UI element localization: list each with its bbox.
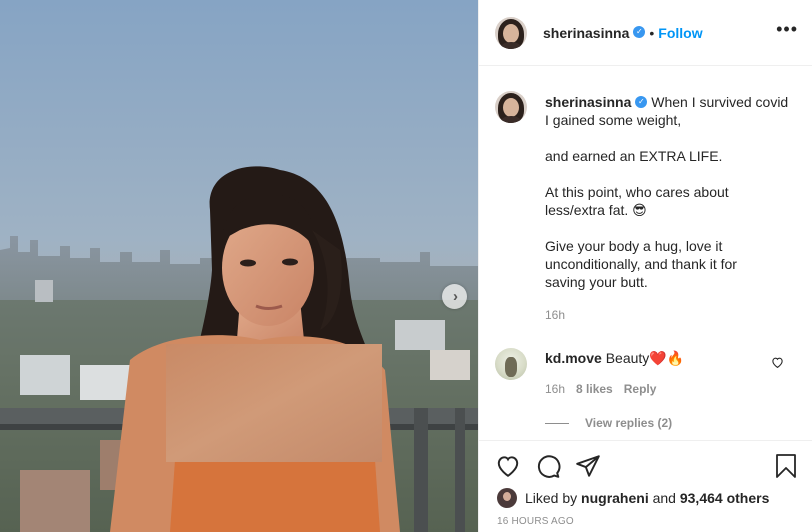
post-side-panel: sherinasinna ✓ • Follow ••• sherinasinna… (478, 0, 812, 532)
verified-badge-icon: ✓ (633, 25, 646, 38)
header-separator: • (649, 24, 655, 41)
caption-line: Give your body a hug, love it (545, 238, 723, 254)
caption: sherinasinna ✓ When I survived covid I ga… (479, 80, 812, 324)
bookmark-icon[interactable] (774, 453, 798, 479)
comment-emojis: ❤️🔥 (649, 350, 685, 366)
share-icon[interactable] (575, 453, 601, 479)
post-header: sherinasinna ✓ • Follow ••• (479, 0, 812, 66)
caption-line: unconditionally, and thank it for (545, 256, 737, 272)
post-timestamp[interactable]: 16 HOURS AGO (479, 516, 812, 527)
comment-likes[interactable]: 8 likes (576, 382, 613, 396)
comment-body: kd.move Beauty❤️🔥 16h 8 likes Reply (545, 350, 684, 396)
liker-avatar[interactable] (497, 488, 517, 508)
post-photo[interactable]: › (0, 0, 478, 532)
likes-count[interactable]: 93,464 others (680, 490, 770, 506)
caption-time[interactable]: 16h (545, 306, 792, 324)
more-options-icon[interactable]: ••• (776, 20, 798, 38)
caption-username[interactable]: sherinasinna (545, 94, 631, 110)
photo-image (0, 0, 478, 532)
heart-icon[interactable] (495, 453, 521, 479)
likes-prefix: Liked by (525, 490, 578, 506)
liker-username[interactable]: nugraheni (581, 490, 649, 506)
caption-line: saving your butt. (545, 274, 648, 290)
post-actions: Liked by nugraheni and 93,464 others 16 … (479, 440, 812, 532)
view-replies-button[interactable]: View replies (2) (545, 416, 812, 430)
author-avatar[interactable] (495, 16, 527, 49)
caption-line: less/extra fat. 😎 (545, 202, 647, 218)
follow-button[interactable]: Follow (658, 25, 702, 41)
comment-icon[interactable] (535, 453, 561, 479)
comments-section: sherinasinna ✓ When I survived covid I ga… (479, 80, 812, 430)
comment-item: kd.move Beauty❤️🔥 16h 8 likes Reply (479, 348, 812, 396)
view-replies-label: View replies (2) (585, 416, 673, 430)
comment-heart-icon[interactable] (771, 356, 784, 369)
caption-author-avatar[interactable] (495, 91, 527, 123)
comment-text: Beauty (605, 350, 650, 366)
carousel-next-button[interactable]: › (442, 284, 467, 309)
commenter-username[interactable]: kd.move (545, 350, 602, 366)
caption-line: I gained some weight, (545, 112, 682, 128)
verified-badge-icon: ✓ (635, 96, 648, 109)
caption-text: sherinasinna ✓ When I survived covid I ga… (545, 93, 792, 324)
action-icons (479, 441, 812, 479)
caption-line: and earned an EXTRA LIFE. (545, 148, 723, 164)
replies-divider (545, 422, 569, 424)
caption-line: When I survived covid (651, 94, 789, 110)
chevron-right-icon: › (453, 288, 458, 305)
comment-time[interactable]: 16h (545, 382, 565, 396)
caption-line: At this point, who cares about (545, 184, 729, 200)
author-username[interactable]: sherinasinna (543, 25, 629, 41)
likes-summary: Liked by nugraheni and 93,464 others (479, 488, 812, 508)
comment-meta: 16h 8 likes Reply (545, 382, 684, 396)
commenter-avatar[interactable] (495, 348, 527, 380)
likes-middle: and (652, 490, 676, 506)
reply-button[interactable]: Reply (624, 382, 657, 396)
